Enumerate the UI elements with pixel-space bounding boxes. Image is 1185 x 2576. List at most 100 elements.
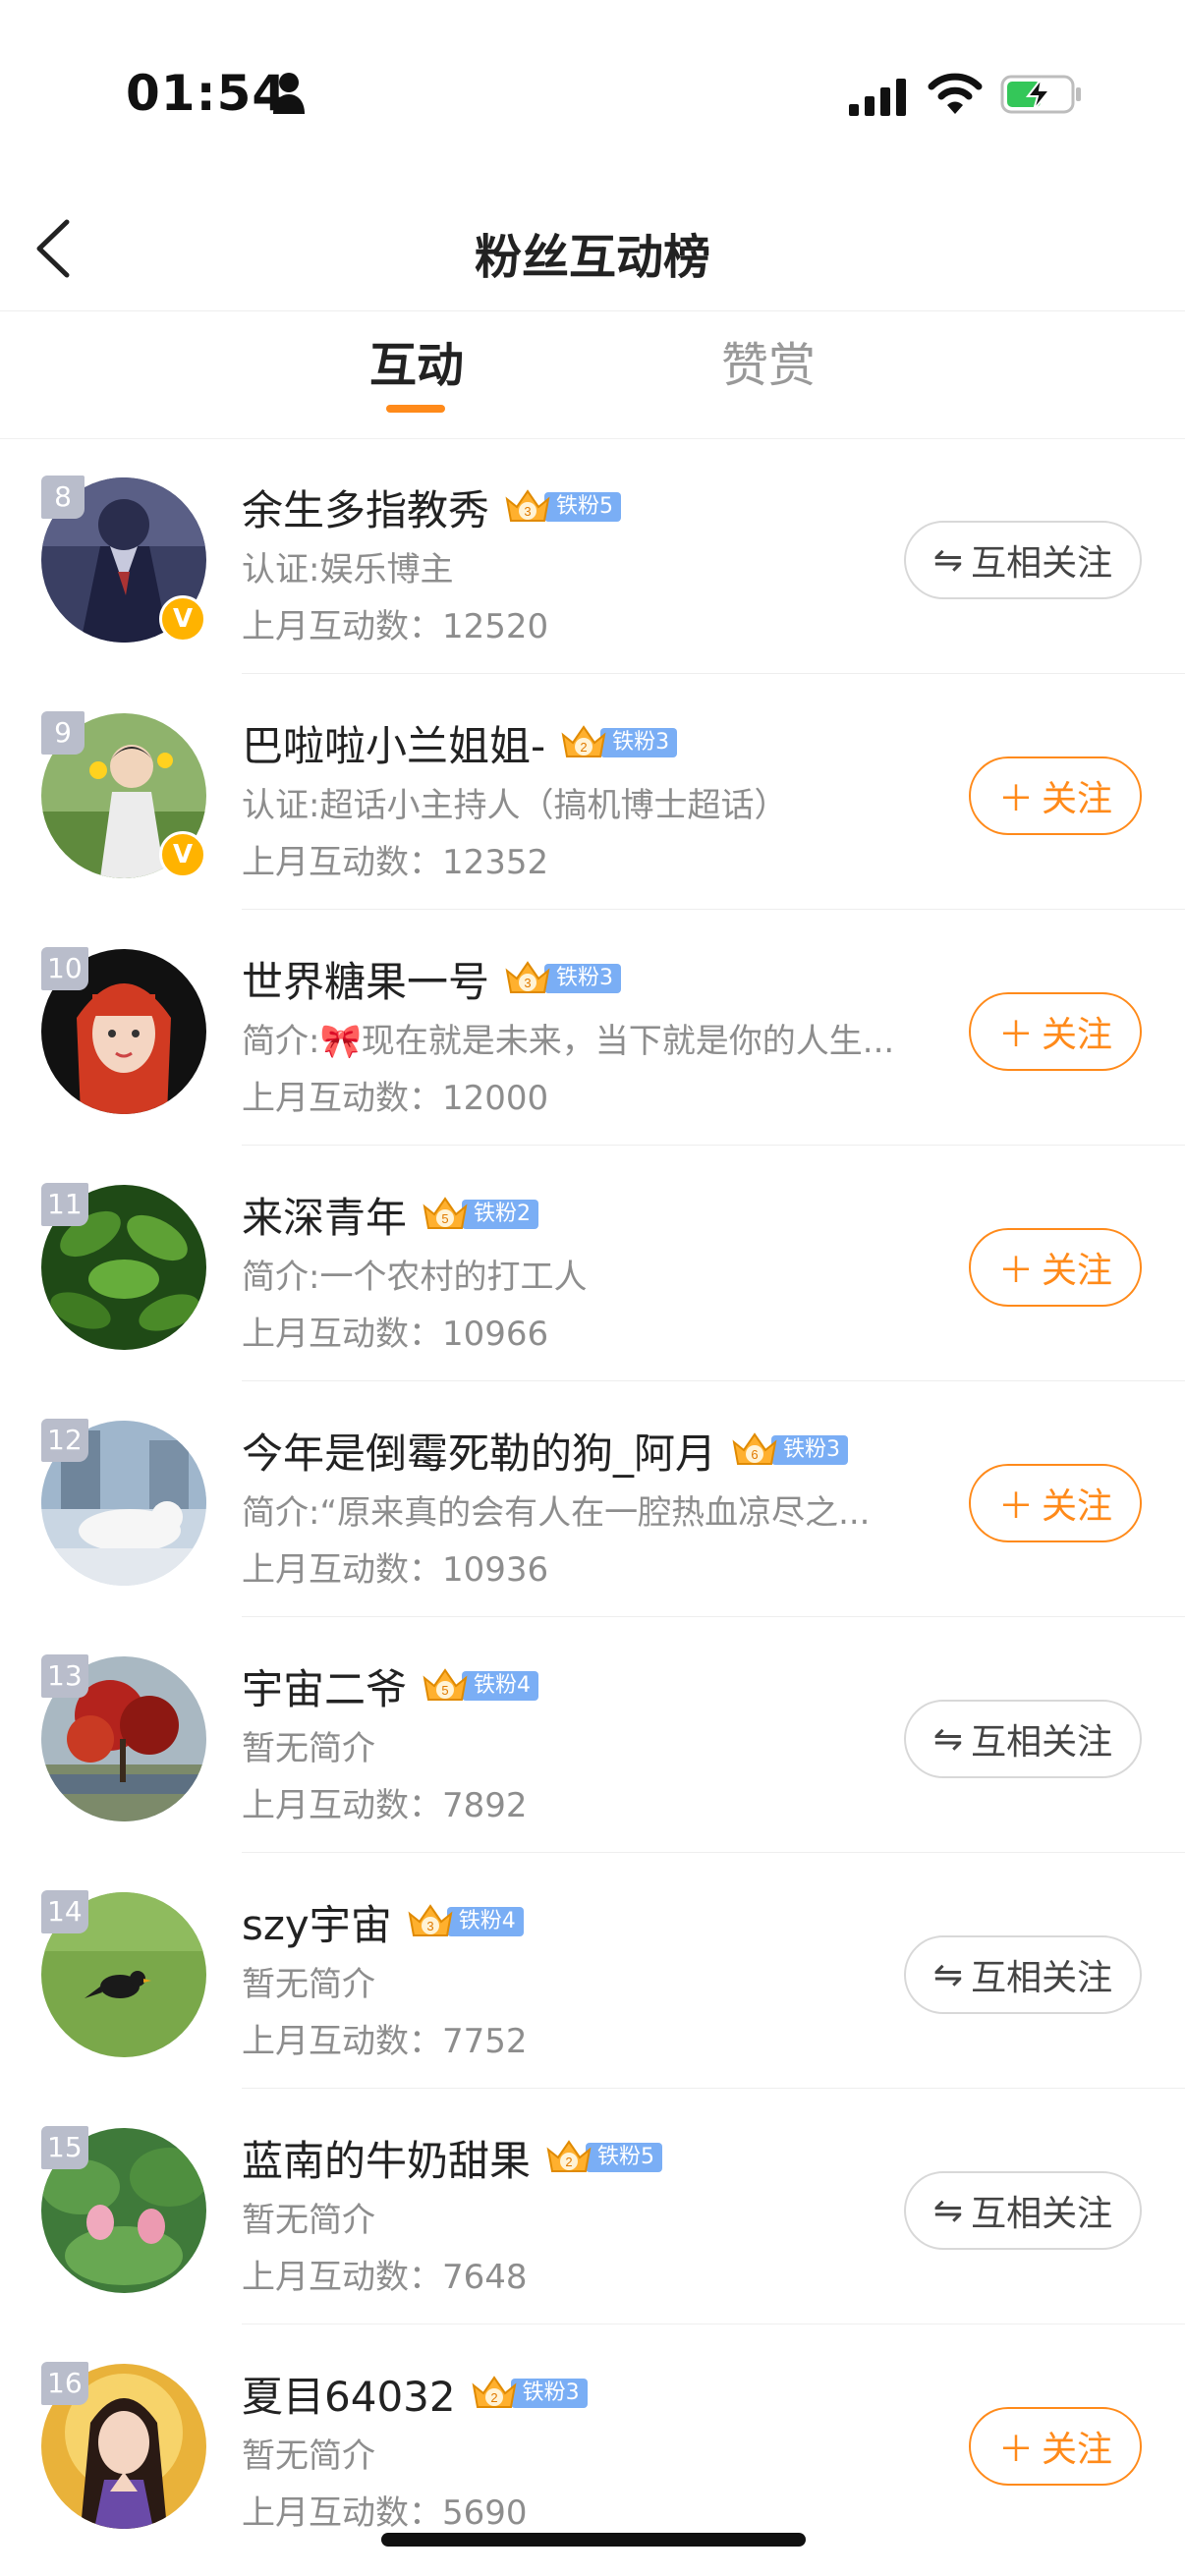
status-time: 01:54: [126, 65, 288, 122]
rank-badge: 14: [41, 1890, 88, 1933]
user-name[interactable]: 巴啦啦小兰姐姐-: [242, 713, 545, 773]
follow-button[interactable]: ＋关注: [969, 1228, 1142, 1307]
fan-level-badge: 3 铁粉4: [406, 1904, 524, 1939]
user-name[interactable]: 夏目64032: [242, 2364, 456, 2424]
rank-badge: 11: [41, 1183, 88, 1226]
rank-badge: 10: [41, 947, 88, 990]
mutual-follow-button[interactable]: ⇋ 互相关注: [904, 1935, 1142, 2014]
svg-text:3: 3: [524, 504, 531, 519]
interaction-count: 上月互动数：7648: [242, 2258, 528, 2297]
fan-level-badge: 2 铁粉3: [470, 2376, 588, 2411]
user-name[interactable]: szy宇宙: [242, 1892, 392, 1952]
tab-reward[interactable]: 赞赏: [721, 326, 816, 395]
interaction-count: 上月互动数：5690: [242, 2493, 528, 2533]
list-item[interactable]: 16 夏目64032 2 铁粉3 暂无简介 上月互动数：5690 ＋关注: [0, 2324, 1185, 2560]
fan-tag: 铁粉5: [586, 2143, 663, 2172]
user-description: 简介:🎀现在就是未来，当下就是你的人生...: [242, 1022, 895, 1061]
follow-button[interactable]: ＋关注: [969, 2407, 1142, 2486]
mutual-arrows-icon: ⇋: [932, 1718, 964, 1760]
svg-text:3: 3: [426, 1919, 433, 1933]
user-description: 暂无简介: [242, 2201, 375, 2240]
battery-charging-icon: [1000, 75, 1081, 114]
interaction-count: 上月互动数：12000: [242, 1079, 549, 1118]
rank-badge: 12: [41, 1419, 88, 1462]
plus-icon: ＋: [997, 1251, 1034, 1291]
verified-icon: V: [159, 831, 206, 878]
crown-icon: 6: [732, 1432, 777, 1465]
mutual-arrows-icon: ⇋: [932, 539, 964, 581]
user-name[interactable]: 宇宙二爷: [242, 1656, 407, 1716]
fan-tag: 铁粉5: [544, 492, 622, 522]
plus-icon: ＋: [997, 1015, 1034, 1055]
crown-icon: 3: [505, 489, 550, 522]
interaction-count: 上月互动数：12352: [242, 843, 549, 882]
tab-bar: 互动 赞赏: [0, 310, 1185, 439]
crown-icon: 2: [546, 2140, 592, 2172]
plus-icon: ＋: [997, 779, 1034, 819]
user-description: 认证:超话小主持人（搞机博士超话）: [242, 786, 788, 825]
follow-button[interactable]: ＋关注: [969, 756, 1142, 835]
user-description: 认证:娱乐博主: [242, 550, 454, 589]
user-name[interactable]: 余生多指教秀: [242, 477, 489, 537]
fan-tag: 铁粉3: [771, 1435, 849, 1465]
svg-text:2: 2: [490, 2390, 497, 2405]
list-item[interactable]: 8 V 余生多指教秀 3 铁粉5 认证:娱乐博主 上月互动数：12520 ⇋ 互相…: [0, 438, 1185, 674]
page-title: 粉丝互动榜: [474, 230, 710, 285]
list-item[interactable]: 9 V 巴啦啦小兰姐姐- 2 铁粉3 认证:超话小主持人（搞机博士超话） 上月互…: [0, 674, 1185, 910]
mutual-arrows-icon: ⇋: [932, 2190, 964, 2231]
user-name[interactable]: 今年是倒霉死勒的狗_阿月: [242, 1421, 716, 1481]
cellular-signal-icon: [849, 79, 906, 116]
fan-tag: 铁粉3: [544, 964, 622, 993]
list-item[interactable]: 11 来深青年 5 铁粉2 简介:一个农村的打工人 上月互动数：10966 ＋关…: [0, 1146, 1185, 1381]
user-description: 暂无简介: [242, 2436, 375, 2476]
crown-icon: 2: [561, 725, 606, 757]
fan-tag: 铁粉2: [462, 1200, 539, 1229]
follow-button[interactable]: ＋关注: [969, 1464, 1142, 1542]
fan-tag: 铁粉4: [446, 1907, 524, 1936]
list-item[interactable]: 13 宇宙二爷 5 铁粉4 暂无简介 上月互动数：7892 ⇋ 互相关注: [0, 1617, 1185, 1853]
active-tab-indicator: [386, 405, 445, 413]
interaction-count: 上月互动数：10936: [242, 1550, 549, 1590]
crown-icon: 3: [408, 1904, 453, 1936]
fan-tag: 铁粉3: [600, 728, 678, 757]
mutual-follow-button[interactable]: ⇋ 互相关注: [904, 521, 1142, 599]
svg-text:5: 5: [441, 1211, 448, 1226]
fan-level-badge: 3 铁粉5: [503, 489, 622, 525]
interaction-count: 上月互动数：7752: [242, 2022, 528, 2061]
list-item[interactable]: 10 世界糖果一号 3 铁粉3 简介:🎀现在就是未来，当下就是你的人生... 上…: [0, 910, 1185, 1146]
user-name[interactable]: 来深青年: [242, 1185, 407, 1245]
person-icon: [273, 73, 305, 114]
wifi-icon: [928, 73, 983, 114]
user-description: 暂无简介: [242, 1965, 375, 2004]
verified-icon: V: [159, 595, 206, 643]
user-name[interactable]: 世界糖果一号: [242, 949, 489, 1009]
fan-level-badge: 2 铁粉5: [544, 2140, 663, 2175]
fan-level-badge: 3 铁粉3: [503, 961, 622, 996]
interaction-count: 上月互动数：12520: [242, 607, 549, 646]
user-name[interactable]: 蓝南的牛奶甜果: [242, 2128, 531, 2188]
fan-tag: 铁粉3: [510, 2379, 588, 2408]
user-description: 简介:“原来真的会有人在一腔热血凉尽之...: [242, 1493, 871, 1533]
fan-level-badge: 5 铁粉4: [421, 1668, 539, 1704]
list-item[interactable]: 14 szy宇宙 3 铁粉4 暂无简介 上月互动数：7752 ⇋ 互相关注: [0, 1853, 1185, 2089]
fan-tag: 铁粉4: [462, 1671, 539, 1701]
interaction-count: 上月互动数：10966: [242, 1315, 549, 1354]
plus-icon: ＋: [997, 2430, 1034, 2470]
svg-text:2: 2: [565, 2155, 572, 2169]
rank-badge: 9: [41, 711, 85, 755]
fan-level-badge: 2 铁粉3: [559, 725, 678, 760]
home-indicator[interactable]: [381, 2533, 806, 2547]
crown-icon: 3: [505, 961, 550, 993]
mutual-follow-button[interactable]: ⇋ 互相关注: [904, 1700, 1142, 1778]
status-bar: 01:54: [0, 0, 1185, 187]
fan-level-badge: 5 铁粉2: [421, 1197, 539, 1232]
crown-icon: 2: [472, 2376, 517, 2408]
tab-interaction[interactable]: 互动: [369, 326, 464, 395]
mutual-follow-button[interactable]: ⇋ 互相关注: [904, 2171, 1142, 2250]
follow-button[interactable]: ＋关注: [969, 992, 1142, 1071]
interaction-count: 上月互动数：7892: [242, 1786, 528, 1825]
list-item[interactable]: 15 蓝南的牛奶甜果 2 铁粉5 暂无简介 上月互动数：7648 ⇋ 互相关注: [0, 2089, 1185, 2324]
fan-level-badge: 6 铁粉3: [730, 1432, 849, 1468]
user-description: 简介:一个农村的打工人: [242, 1258, 588, 1297]
list-item[interactable]: 12 今年是倒霉死勒的狗_阿月 6 铁粉3 简介:“原来真的会有人在一腔热血凉尽…: [0, 1381, 1185, 1617]
